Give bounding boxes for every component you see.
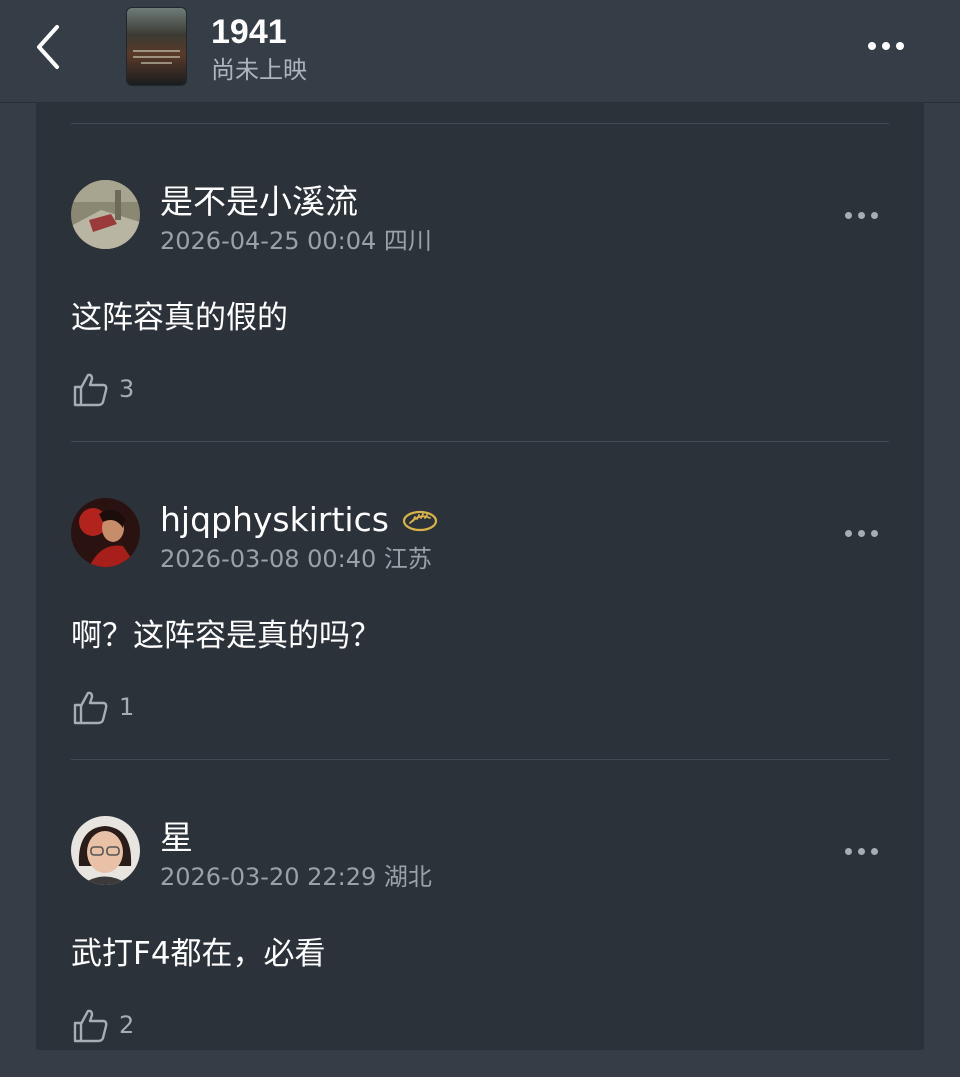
more-horizontal-icon <box>836 195 886 235</box>
comment-item: hjqphyskirtics 2026-03-08 00:40 江苏 啊？这阵容… <box>36 441 924 759</box>
palm-badge-icon <box>401 501 439 543</box>
comment-text: 啊？这阵容是真的吗？ <box>71 618 381 654</box>
comment-username[interactable]: 是不是小溪流 <box>160 181 358 223</box>
back-button[interactable] <box>24 18 72 76</box>
comment-more-button[interactable] <box>836 195 886 235</box>
like-count: 3 <box>119 375 135 403</box>
avatar[interactable] <box>71 498 140 567</box>
more-horizontal-icon <box>836 831 886 871</box>
thumbs-up-icon <box>73 1009 108 1043</box>
more-options-button[interactable] <box>858 28 914 64</box>
movie-release-status: 尚未上映 <box>211 56 307 84</box>
comment-text: 这阵容真的假的 <box>71 300 288 336</box>
movie-poster[interactable] <box>127 8 186 85</box>
comment-more-button[interactable] <box>836 513 886 553</box>
like-count: 2 <box>119 1011 135 1039</box>
comment-meta: 2026-03-20 22:29 湖北 <box>160 862 432 892</box>
chevron-left-icon <box>37 25 59 69</box>
more-horizontal-icon <box>858 28 914 64</box>
comment-timestamp: 2026-03-08 00:40 <box>160 545 377 573</box>
comment-username[interactable]: 星 <box>160 817 193 859</box>
avatar[interactable] <box>71 816 140 885</box>
more-horizontal-icon <box>836 513 886 553</box>
comment-location: 湖北 <box>383 863 432 891</box>
comment-timestamp: 2026-04-25 00:04 <box>160 227 377 255</box>
comment-meta: 2026-04-25 00:04 四川 <box>160 226 432 256</box>
like-button[interactable]: 1 <box>71 685 134 729</box>
comment-timestamp: 2026-03-20 22:29 <box>160 863 377 891</box>
comment-location: 四川 <box>383 227 432 255</box>
comment-text: 武打F4都在，必看 <box>71 936 326 972</box>
like-button[interactable]: 2 <box>71 1003 134 1047</box>
thumbs-up-icon <box>73 691 108 725</box>
comment-list: 是不是小溪流 2026-04-25 00:04 四川 这阵容真的假的 3 hjq… <box>36 102 924 1050</box>
comment-item: 星 2026-03-20 22:29 湖北 武打F4都在，必看 2 <box>36 759 924 1077</box>
avatar[interactable] <box>71 180 140 249</box>
comment-item: 是不是小溪流 2026-04-25 00:04 四川 这阵容真的假的 3 <box>36 123 924 441</box>
top-bar: 1941 尚未上映 <box>0 0 960 103</box>
comment-username[interactable]: hjqphyskirtics <box>160 499 439 543</box>
comment-more-button[interactable] <box>836 831 886 871</box>
thumbs-up-icon <box>73 373 108 407</box>
comment-location: 江苏 <box>383 545 432 573</box>
comment-meta: 2026-03-08 00:40 江苏 <box>160 544 432 574</box>
like-button[interactable]: 3 <box>71 367 134 411</box>
movie-title: 1941 <box>211 13 287 51</box>
like-count: 1 <box>119 693 135 721</box>
